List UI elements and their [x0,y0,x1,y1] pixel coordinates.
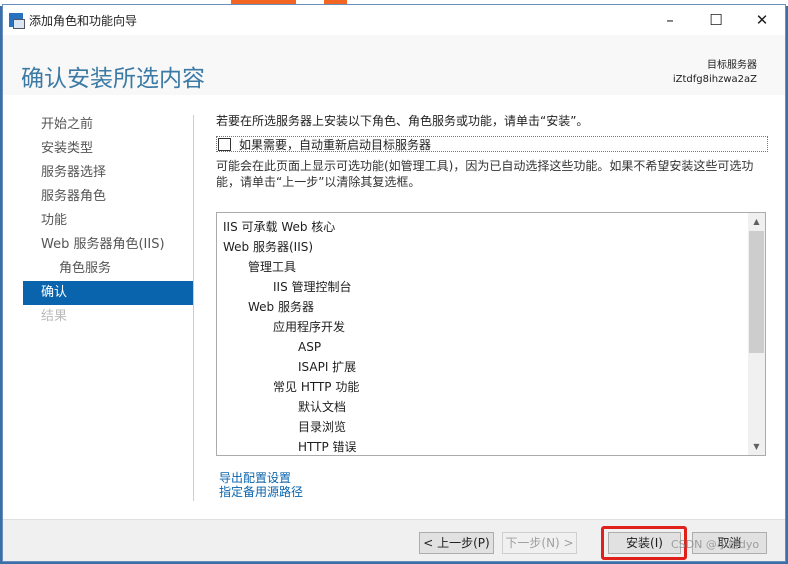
sidebar-step[interactable]: 确认 [23,281,194,305]
minimize-button[interactable]: – [647,5,693,35]
sidebar-step: 结果 [41,309,68,324]
list-item: 管理工具 [248,260,297,274]
watermark: CSDN @小雄dyo [671,538,760,551]
scrollbar[interactable]: ▲ ▼ [748,213,765,455]
list-item: HTTP 错误 [298,440,357,454]
optional-features-note: 可能会在此页面上显示可选功能(如管理工具)，因为已自动选择这些功能。如果不希望安… [216,159,754,189]
list-item: IIS 管理控制台 [273,280,352,294]
window-title: 添加角色和功能向导 [29,13,138,28]
list-item: 应用程序开发 [273,320,346,334]
target-server-label: 目标服务器 [707,60,757,71]
page-title: 确认安装所选内容 [21,66,205,92]
list-item: ISAPI 扩展 [298,360,357,374]
list-item: ASP [298,340,322,354]
sidebar-step[interactable]: 角色服务 [23,257,194,281]
sidebar-step[interactable]: 开始之前 [23,113,194,137]
sidebar-step[interactable]: Web 服务器角色(IIS) [23,233,194,257]
main-content: 若要在所选服务器上安装以下角色、角色服务或功能，请单击“安装”。 如果需要，自动… [216,113,768,190]
alternate-source-link[interactable]: 指定备用源路径 [219,485,303,499]
sidebar-step[interactable]: 服务器选择 [23,161,194,185]
list-item: Web 服务器 [248,300,314,314]
scroll-up-icon[interactable]: ▲ [748,213,765,230]
export-config-link[interactable]: 导出配置设置 [219,471,303,485]
sidebar-step[interactable]: 功能 [23,209,194,233]
target-server-name: iZtdfg8ihzwa2aZ [672,74,757,85]
divider [193,115,194,501]
selection-list: IIS 可承载 Web 核心 Web 服务器(IIS) 管理工具 IIS 管理控制台 W… [216,212,766,456]
wizard-window: 添加角色和功能向导 – ☐ ✕ 确认安装所选内容 目标服务器 iZtdfg8ihz… [2,4,786,562]
close-button[interactable]: ✕ [739,5,785,35]
wizard-steps: 开始之前 安装类型 服务器选择 服务器角色 功能 Web 服务器角色(IIS) 角色服务 确认… [23,113,194,329]
list-item: 常见 HTTP 功能 [273,380,360,394]
list-item: 目录浏览 [298,420,347,434]
list-item: IIS 可承载 Web 核心 [223,220,336,234]
list-item: 默认文档 [298,400,347,414]
maximize-button[interactable]: ☐ [693,5,739,35]
scrollbar-thumb[interactable] [749,231,764,353]
restart-checkbox[interactable]: 如果需要，自动重新启动目标服务器 [216,136,768,152]
list-item: Web 服务器(IIS) [223,240,314,254]
intro-text: 若要在所选服务器上安装以下角色、角色服务或功能，请单击“安装”。 [216,114,589,128]
next-button[interactable]: 下一步(N) > [502,532,577,554]
previous-button[interactable]: < 上一步(P) [419,532,494,554]
page-header: 确认安装所选内容 目标服务器 iZtdfg8ihzwa2aZ [3,35,785,95]
sidebar-step[interactable]: 服务器角色 [23,185,194,209]
scroll-down-icon[interactable]: ▼ [748,438,765,455]
restart-checkbox-label: 如果需要，自动重新启动目标服务器 [239,137,432,152]
sidebar-step[interactable]: 安装类型 [23,137,194,161]
server-manager-icon [9,13,25,29]
checkbox-box[interactable] [218,137,231,151]
footer: < 上一步(P) 下一步(N) > 安装(I) 取消 CSDN @小雄dyo [3,519,785,561]
